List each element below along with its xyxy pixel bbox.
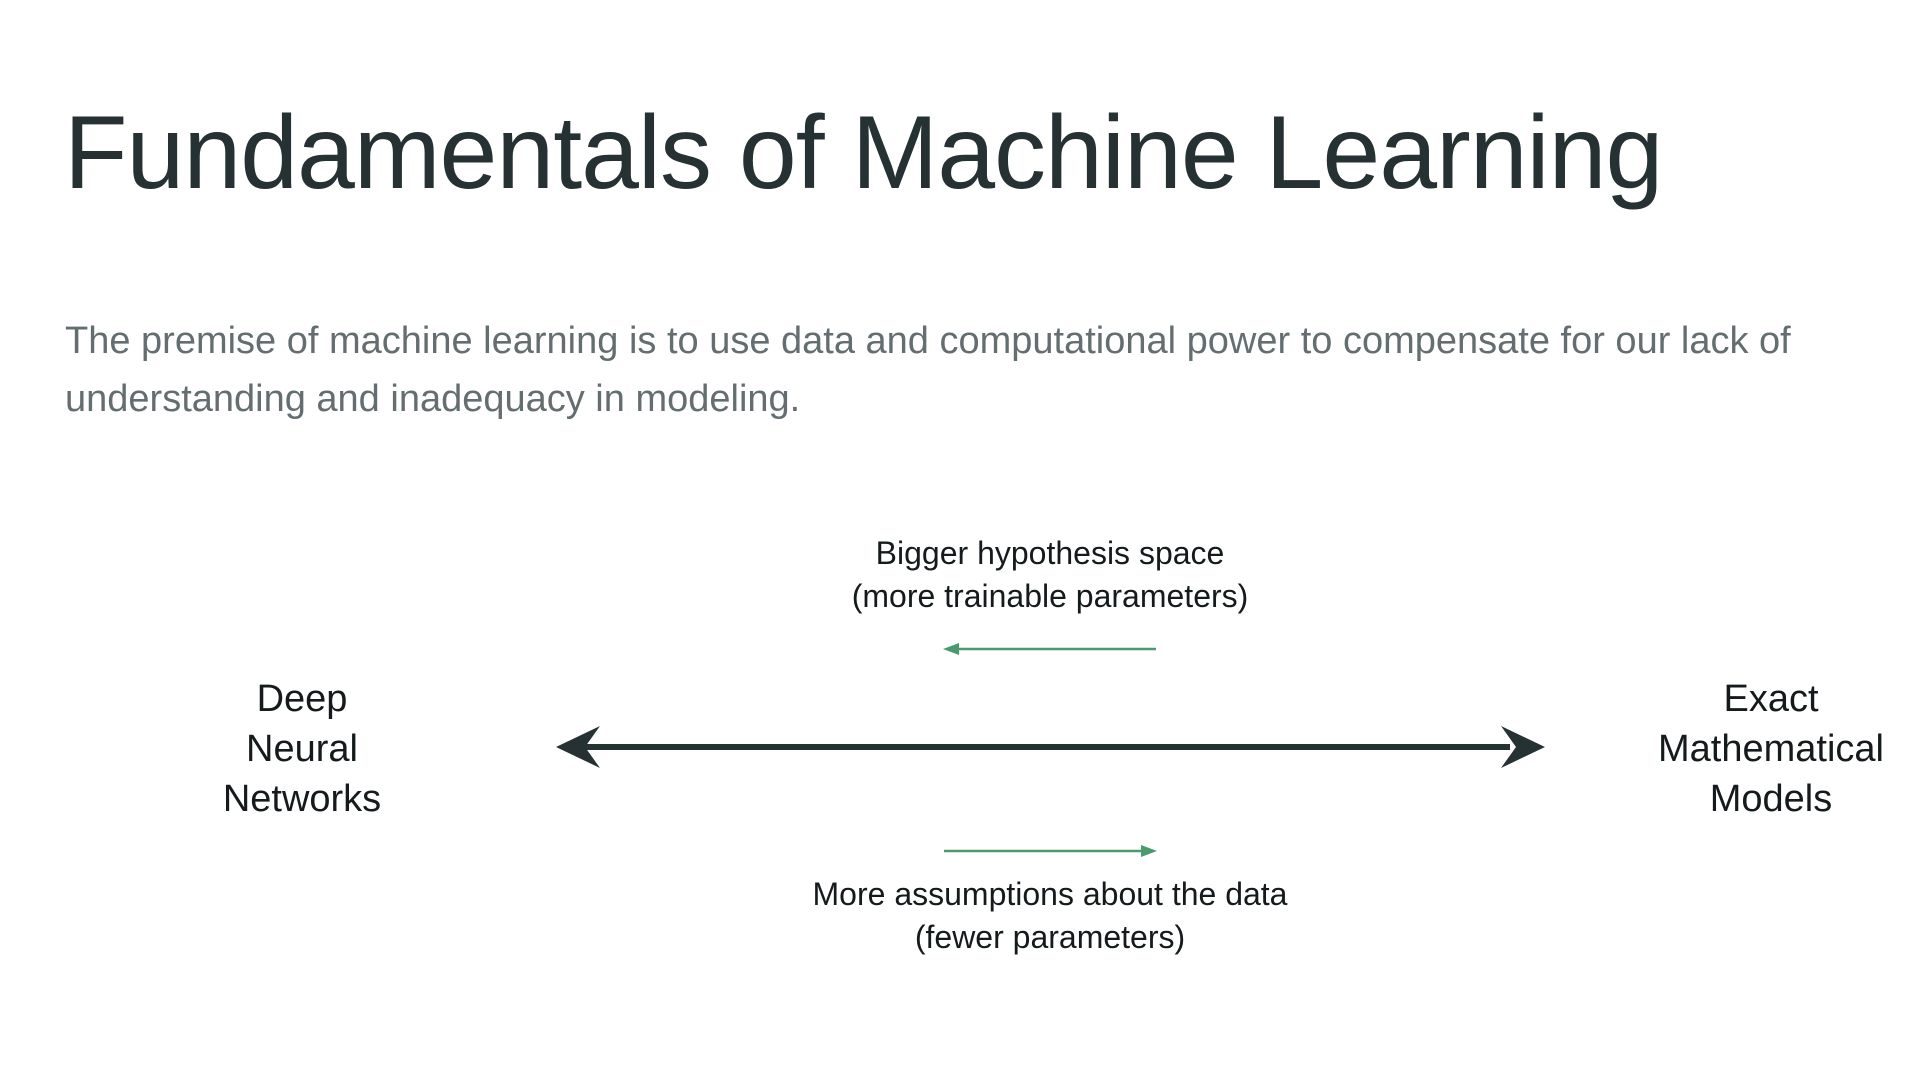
intro-line-2: understanding and inadequacy in modeling…: [65, 378, 801, 420]
right-label-line-1: Exact: [1723, 678, 1819, 720]
left-label-line-1: Deep: [256, 678, 348, 720]
note-more-assumptions: More assumptions about the data (fewer p…: [700, 873, 1400, 959]
bottom-note-line-1: More assumptions about the data: [812, 876, 1288, 912]
model-spectrum-diagram: Deep Neural Networks Exact Mathematical …: [0, 520, 1919, 980]
top-note-line-2: (more trainable parameters): [851, 578, 1249, 614]
left-label-line-3: Networks: [222, 778, 382, 820]
label-deep-neural-networks: Deep Neural Networks: [152, 674, 452, 824]
intro-paragraph: The premise of machine learning is to us…: [65, 312, 1919, 428]
intro-line-1: The premise of machine learning is to us…: [65, 320, 1791, 362]
note-bigger-hypothesis-space: Bigger hypothesis space (more trainable …: [700, 532, 1400, 618]
top-direction-arrowhead: [943, 643, 959, 655]
label-exact-mathematical-models: Exact Mathematical Models: [1621, 674, 1919, 824]
top-note-line-1: Bigger hypothesis space: [875, 535, 1225, 571]
slide-title: Fundamentals of Machine Learning: [64, 95, 1663, 211]
right-label-line-2: Mathematical: [1658, 728, 1884, 770]
bottom-direction-arrowhead: [1141, 845, 1157, 857]
left-label-line-2: Neural: [246, 728, 358, 770]
right-label-line-3: Models: [1709, 778, 1833, 820]
bottom-note-line-2: (fewer parameters): [914, 919, 1186, 955]
